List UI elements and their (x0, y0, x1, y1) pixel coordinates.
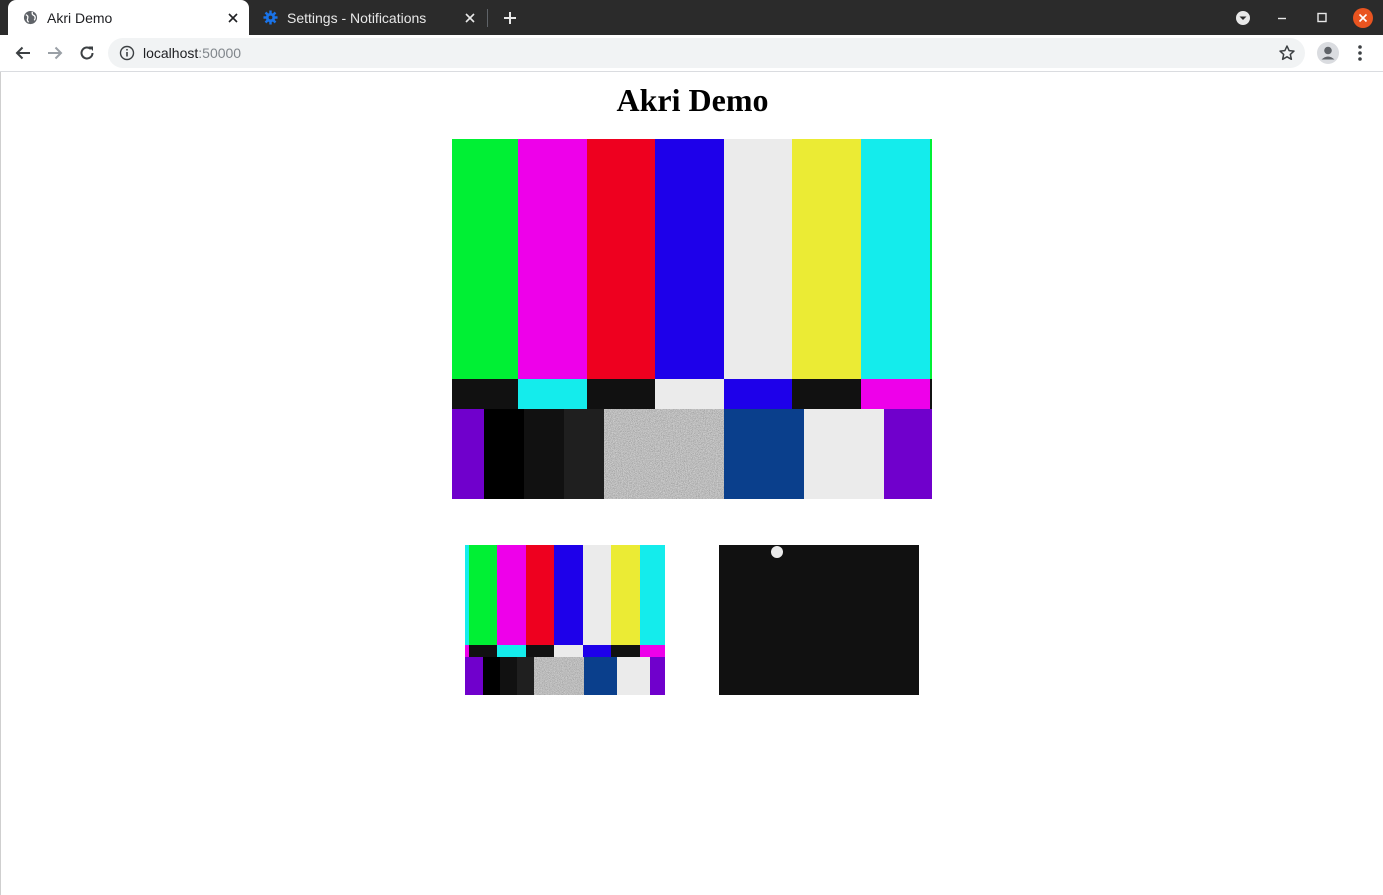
arrow-left-icon (15, 46, 30, 60)
tab-settings-notifications[interactable]: Settings - Notifications (252, 0, 486, 35)
new-tab-button[interactable] (499, 7, 521, 29)
bookmark-star-icon[interactable] (1277, 43, 1297, 63)
maximize-window-button[interactable] (1310, 0, 1334, 35)
back-button[interactable] (9, 39, 37, 67)
url-host: localhost (143, 45, 199, 61)
color-bars-image (452, 139, 932, 499)
tab-search-button[interactable] (1231, 0, 1255, 35)
tab-title: Akri Demo (47, 9, 113, 26)
maximize-icon (1317, 12, 1327, 22)
close-tab-icon[interactable] (460, 8, 480, 28)
minimize-window-button[interactable] (1270, 0, 1294, 35)
site-info-icon[interactable] (119, 45, 135, 61)
close-window-button[interactable] (1351, 0, 1375, 35)
chevron-down-circle-icon (1236, 10, 1250, 25)
plus-icon (504, 12, 516, 24)
forward-button[interactable] (41, 39, 69, 67)
page-viewport: Akri Demo (0, 72, 1383, 895)
url-port: :50000 (198, 45, 242, 61)
color-bars-image (465, 545, 665, 695)
small-video-stream-2 (719, 545, 919, 695)
reload-button[interactable] (73, 39, 101, 67)
close-tab-icon[interactable] (223, 8, 243, 28)
globe-icon (22, 10, 38, 26)
address-bar[interactable]: localhost:50000 (108, 38, 1305, 68)
browser-toolbar: localhost:50000 (0, 35, 1383, 72)
gear-icon (262, 10, 278, 26)
small-video-stream-1 (465, 545, 665, 695)
browser-menu-button[interactable] (1346, 39, 1374, 67)
more-vert-icon (1358, 45, 1362, 61)
page-title: Akri Demo (616, 82, 769, 118)
reload-icon (80, 46, 94, 60)
tab-akri-demo[interactable]: Akri Demo (8, 0, 249, 35)
tab-separator (487, 9, 488, 27)
ball (771, 546, 783, 558)
close-icon (1353, 7, 1373, 28)
bouncing-ball-image (719, 545, 919, 695)
profile-button[interactable] (1314, 39, 1342, 67)
arrow-right-icon (48, 46, 63, 60)
avatar-icon (1317, 42, 1339, 64)
tab-title: Settings - Notifications (287, 9, 427, 26)
minimize-icon (1278, 17, 1286, 19)
url-text[interactable]: localhost:50000 (143, 45, 241, 61)
main-video-stream (452, 139, 932, 499)
tab-strip: Akri Demo Settings - Notifications (0, 0, 1383, 35)
